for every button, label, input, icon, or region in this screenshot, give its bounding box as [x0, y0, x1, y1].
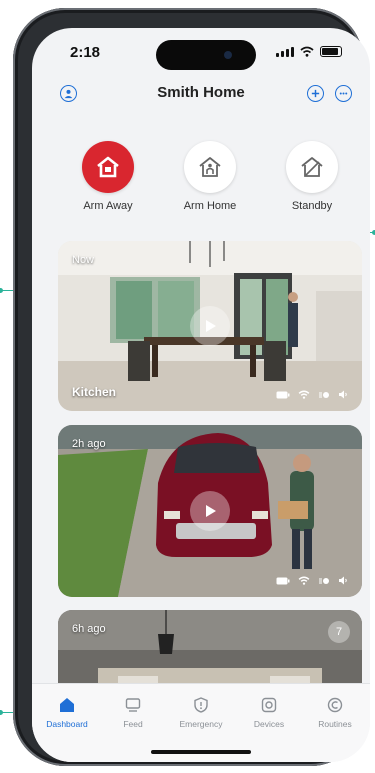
- add-button[interactable]: [307, 85, 324, 102]
- cellular-signal-icon: [276, 47, 294, 57]
- house-icon: [60, 698, 74, 712]
- mode-label: Arm Away: [83, 200, 133, 212]
- status-icons: [276, 46, 342, 57]
- mode-label: Standby: [291, 200, 333, 212]
- wifi-icon: [298, 576, 310, 585]
- play-button[interactable]: [190, 491, 230, 531]
- plus-icon: [311, 89, 320, 98]
- play-icon: [206, 505, 216, 517]
- house-off-icon: [301, 157, 323, 177]
- camera-timestamp: Now: [72, 254, 95, 266]
- camera-timestamp: 6h ago: [72, 623, 106, 635]
- ellipsis-icon: [339, 92, 348, 95]
- camera-card-driveway[interactable]: 2h ago: [58, 425, 362, 597]
- camera-device-icon: [261, 697, 277, 713]
- tab-bar: Dashboard Feed Emergency Devices Routine…: [32, 683, 370, 762]
- speaker-icon: [339, 576, 347, 585]
- arm-away-button[interactable]: [82, 141, 134, 193]
- mode-standby[interactable]: Standby: [272, 141, 352, 212]
- routine-icon: [327, 697, 343, 713]
- house-person-icon: [199, 157, 221, 177]
- wifi-icon: [300, 46, 314, 57]
- monitor-icon: [125, 698, 141, 712]
- battery-icon: [276, 577, 290, 584]
- tab-devices[interactable]: Devices: [236, 694, 302, 729]
- tab-dashboard[interactable]: Dashboard: [34, 694, 100, 729]
- motion-light-icon: [319, 391, 329, 398]
- shield-alert-icon: [194, 697, 208, 713]
- motion-light-icon: [319, 577, 329, 584]
- tab-label: Devices: [253, 719, 285, 729]
- mode-arm-home[interactable]: Arm Home: [170, 141, 250, 212]
- camera-status-indicators: [276, 576, 348, 585]
- play-icon: [206, 320, 216, 332]
- tab-routines[interactable]: Routines: [302, 694, 368, 729]
- battery-icon: [320, 46, 342, 57]
- house-lock-icon: [97, 156, 119, 178]
- callout-dot-left-bottom: [0, 710, 3, 715]
- speaker-icon: [339, 390, 347, 399]
- home-indicator: [151, 750, 251, 754]
- tab-label: Routines: [318, 719, 352, 729]
- camera-name: Kitchen: [72, 385, 117, 399]
- status-time: 2:18: [70, 44, 101, 61]
- camera-card-kitchen[interactable]: Now Kitchen: [58, 241, 362, 411]
- more-button[interactable]: [335, 85, 352, 102]
- dynamic-island: [156, 40, 256, 70]
- event-count-badge: 7: [328, 621, 350, 643]
- tab-feed[interactable]: Feed: [100, 694, 166, 729]
- standby-button[interactable]: [286, 141, 338, 193]
- tab-label: Dashboard: [46, 719, 88, 729]
- phone-frame: 2:18 Smith Home Arm Away Arm Home Standb…: [13, 8, 370, 766]
- tab-label: Emergency: [179, 719, 223, 729]
- tab-emergency[interactable]: Emergency: [168, 694, 234, 729]
- play-button[interactable]: [190, 306, 230, 346]
- arm-home-button[interactable]: [184, 141, 236, 193]
- wifi-icon: [298, 390, 310, 399]
- mode-label: Arm Home: [183, 200, 237, 212]
- mode-arm-away[interactable]: Arm Away: [68, 141, 148, 212]
- camera-status-indicators: [276, 390, 348, 399]
- battery-icon: [276, 391, 290, 398]
- tab-label: Feed: [123, 719, 143, 729]
- callout-dot-left-top: [0, 288, 3, 293]
- camera-timestamp: 2h ago: [72, 438, 106, 450]
- app-screen: 2:18 Smith Home Arm Away Arm Home Standb…: [32, 28, 370, 762]
